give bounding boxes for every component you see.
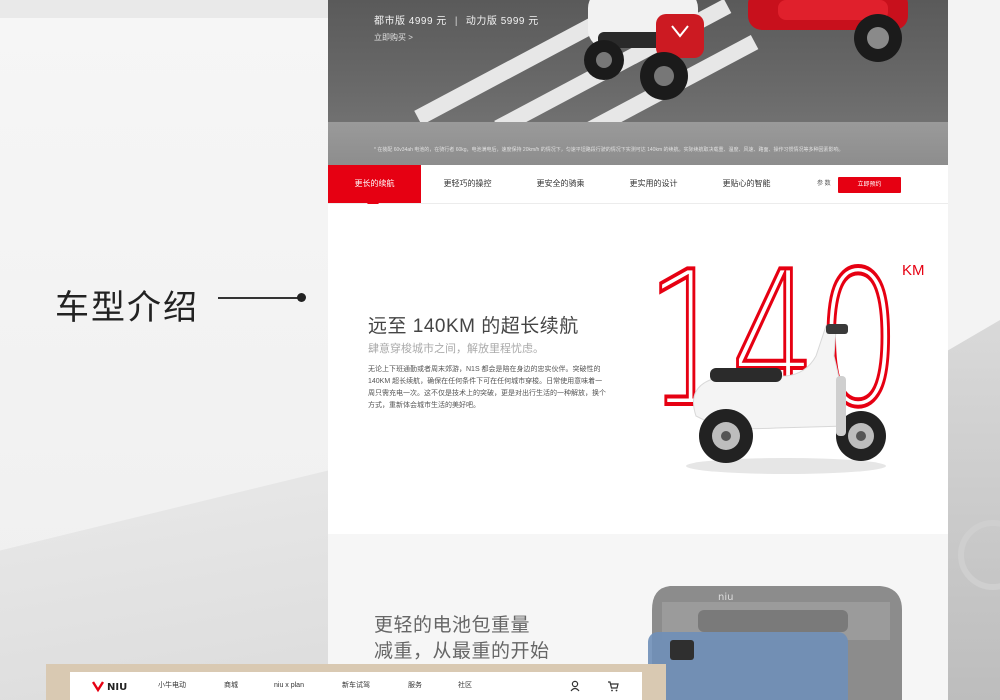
white-scooter-image	[686, 324, 886, 474]
nav-item-test-ride[interactable]: 新车试驾	[342, 672, 370, 700]
tab-smart[interactable]: 更贴心的智能	[700, 165, 793, 203]
params-link[interactable]: 参 数	[817, 165, 831, 203]
tab-handling[interactable]: 更轻巧的操控	[421, 165, 514, 203]
white-scooter-image	[584, 0, 704, 100]
niu-logo[interactable]: NIU	[92, 679, 136, 693]
cart-icon[interactable]	[607, 680, 619, 692]
nav-item-shop[interactable]: 商城	[224, 672, 238, 700]
site-bottom-nav: NIU 小牛电动 商城 niu x plan 新车试驾 服务 社区	[70, 672, 642, 700]
right-decor-shape	[948, 320, 1000, 700]
product-page: 都市版 4999 元 | 动力版 5999 元 立即购买 > * 在装配 60v34…	[328, 0, 948, 700]
battery-pack-image: niu	[648, 586, 902, 700]
reserve-button[interactable]: 立即预约	[838, 177, 901, 193]
section-annotation-label: 车型介绍	[55, 289, 199, 327]
big-number-unit: KM	[902, 262, 925, 279]
hero-banner: 都市版 4999 元 | 动力版 5999 元 立即购买 > * 在装配 60v34…	[328, 0, 948, 165]
range-subtitle: 肆意穿梭城市之间，解放里程忧虑。	[368, 343, 544, 355]
svg-text:NIU: NIU	[107, 682, 127, 693]
range-description: 无论上下班通勤或者周末郊游，N1S 都会是陪在身边的忠实伙伴。突破性的 140K…	[368, 366, 606, 409]
price-standard: 都市版 4999 元	[374, 16, 447, 27]
buy-now-link[interactable]: 立即购买 >	[374, 32, 413, 43]
annotation-leader-line	[218, 297, 300, 299]
nav-item-plan[interactable]: niu x plan	[274, 672, 304, 700]
battery-title-line1: 更轻的电池包重量	[374, 615, 531, 636]
tab-range[interactable]: 更长的续航	[328, 165, 421, 203]
red-scooter-image	[748, 0, 908, 62]
tab-design[interactable]: 更实用的设计	[607, 165, 700, 203]
battery-title-line2: 减重，从最重的开始	[374, 641, 550, 662]
nav-item-community[interactable]: 社区	[458, 672, 472, 700]
price-power: 动力版 5999 元	[465, 16, 539, 27]
user-icon[interactable]	[570, 680, 580, 692]
hero-curb	[328, 122, 948, 165]
hero-price-line: 都市版 4999 元 | 动力版 5999 元	[374, 12, 539, 27]
annotation-dot	[297, 293, 306, 302]
feature-tabs: 更长的续航 更轻巧的操控 更安全的骑乘 更实用的设计 更贴心的智能 参 数 立即…	[328, 165, 948, 210]
tab-safety[interactable]: 更安全的骑乘	[514, 165, 607, 203]
range-section: 140 KM 远至 140KM 的超长续航 肆意穿梭城市之间，解放里程忧虑。 无…	[328, 204, 948, 534]
hero-footnote: * 在装配 60v34ah 电池的，在骑行者 60kg，电池满电后，速度保持 2…	[374, 147, 844, 153]
nav-item-niu[interactable]: 小牛电动	[158, 672, 186, 700]
price-separator: |	[454, 16, 458, 27]
nav-item-service[interactable]: 服务	[408, 672, 422, 700]
svg-text:niu: niu	[718, 592, 733, 603]
range-title: 远至 140KM 的超长续航	[368, 316, 579, 337]
